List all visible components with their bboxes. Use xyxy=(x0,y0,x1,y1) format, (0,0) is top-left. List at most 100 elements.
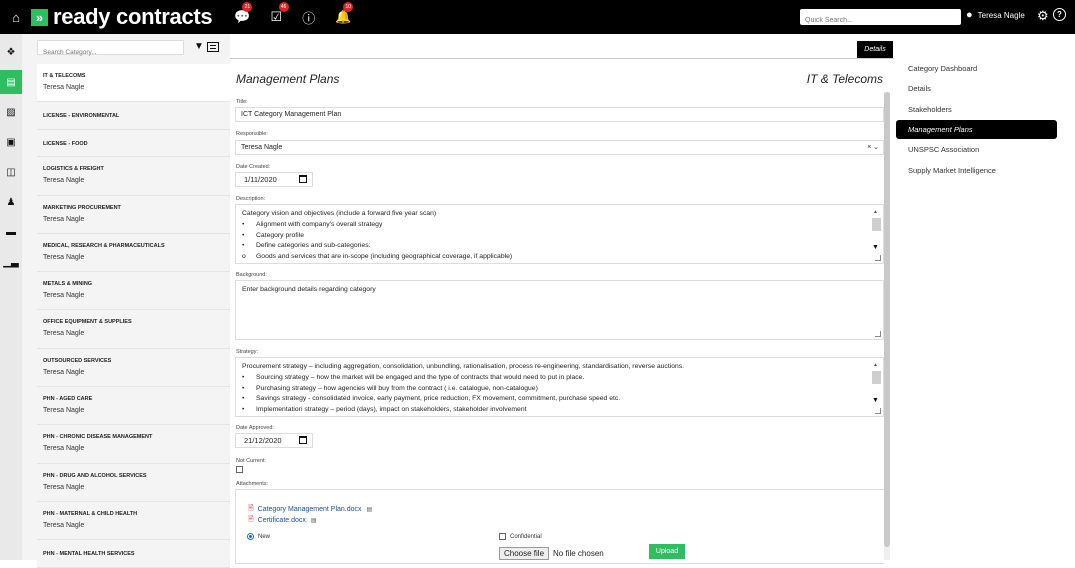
attachment-item[interactable]: 🗎 Certificate.docx ▤ xyxy=(248,515,317,526)
category-owner: Teresa Nagle xyxy=(43,407,85,415)
upload-button[interactable]: Upload xyxy=(649,544,685,559)
dashboard-icon[interactable]: ❖ xyxy=(0,40,22,64)
tab-details[interactable]: Details xyxy=(857,41,893,58)
category-name: PHN - DRUG AND ALCOHOL SERVICES xyxy=(43,472,147,479)
calendar-icon[interactable] xyxy=(299,175,307,183)
info-icon[interactable]: ⓘ xyxy=(302,8,315,27)
resize-handle[interactable] xyxy=(875,255,881,261)
category-item[interactable]: LOGISTICS & FREIGHT Teresa Nagle xyxy=(37,157,230,196)
nav-item-supply-market-intelligence[interactable]: Supply Market Intelligence xyxy=(896,161,1057,180)
tasks-icon[interactable]: ☑ 46 xyxy=(271,2,289,25)
description-scrollbar[interactable]: ▲ ▼ xyxy=(872,207,881,253)
category-item[interactable]: OUTSOURCED SERVICES Teresa Nagle xyxy=(37,348,230,388)
calendar-icon[interactable] xyxy=(299,436,307,444)
scroll-down-icon[interactable]: ▼ xyxy=(872,396,879,407)
folder-icon[interactable]: ▬ xyxy=(0,220,22,244)
file-picker[interactable]: Choose file No file chosen xyxy=(499,547,604,560)
download-icon[interactable]: ▤ xyxy=(311,517,317,524)
category-search xyxy=(37,40,184,59)
people-icon[interactable]: ♟ xyxy=(0,190,22,214)
main-scroll-thumb[interactable] xyxy=(884,92,890,547)
attachment-link[interactable]: Category Management Plan.docx xyxy=(258,506,362,513)
category-owner: Teresa Nagle xyxy=(43,215,85,223)
scroll-up-icon[interactable]: ▲ xyxy=(873,207,878,218)
category-name: PHN - MENTAL HEALTH SERVICES xyxy=(43,551,135,558)
home-icon[interactable]: ⌂ xyxy=(5,10,27,25)
category-item[interactable]: OFFICE EQUIPMENT & SUPPLIES Teresa Nagle xyxy=(37,310,230,349)
bullet-mark: • xyxy=(242,220,245,228)
responsible-select[interactable]: Teresa Nagle × ⌄ xyxy=(235,140,884,155)
no-file-label: No file chosen xyxy=(553,549,604,558)
bell-icon[interactable]: 🔔 10 xyxy=(335,2,354,25)
help-icon[interactable]: ? xyxy=(1053,8,1066,21)
not-current-checkbox[interactable] xyxy=(236,466,243,473)
scroll-thumb[interactable] xyxy=(872,371,881,384)
scroll-up-icon[interactable]: ▲ xyxy=(873,360,878,371)
filter-icon[interactable]: ▼ xyxy=(194,41,204,52)
category-item[interactable]: MARKETING PROCUREMENT Teresa Nagle xyxy=(37,195,230,234)
chat-icon[interactable]: 💬 21 xyxy=(234,2,253,25)
gear-icon[interactable]: ⚙ xyxy=(1037,8,1049,24)
strategy-textarea[interactable]: Procurement strategy – including aggrega… xyxy=(235,357,884,417)
bullet-mark: • xyxy=(242,231,245,239)
strategy-label: Strategy: xyxy=(236,349,259,355)
category-owner: Teresa Nagle xyxy=(43,330,85,338)
resize-handle[interactable] xyxy=(875,408,881,414)
radio-dot[interactable] xyxy=(247,533,254,540)
main-scrollbar[interactable] xyxy=(884,92,890,560)
description-label: Description: xyxy=(236,196,266,202)
list-view-icon[interactable] xyxy=(207,42,219,52)
category-item[interactable]: MEDICAL, RESEARCH & PHARMACEUTICALS Teres… xyxy=(37,233,230,273)
category-owner: Teresa Nagle xyxy=(43,292,85,300)
chart-icon[interactable]: ▁▃ xyxy=(0,250,22,274)
checkbox-box[interactable] xyxy=(499,533,506,540)
new-radio[interactable]: New xyxy=(247,533,270,540)
confidential-checkbox[interactable]: Confidential xyxy=(499,533,542,540)
user-menu[interactable]: ● Teresa Nagle xyxy=(966,9,1025,21)
line-text: Alignment with company's overall strateg… xyxy=(256,220,383,228)
contracts-icon[interactable]: ▣ xyxy=(0,130,22,154)
background-textarea[interactable]: Enter background details regarding categ… xyxy=(235,280,884,340)
scroll-thumb[interactable] xyxy=(872,218,881,231)
attachment-link[interactable]: Certificate.docx xyxy=(258,517,306,524)
line-text: Procurement strategy – including aggrega… xyxy=(242,363,685,370)
quick-search-input[interactable] xyxy=(800,12,961,29)
map-icon[interactable]: ▨ xyxy=(0,100,22,124)
text-line: o Goods and services that are in-scope (i… xyxy=(242,252,883,263)
category-item[interactable]: LICENSE - FOOD xyxy=(37,129,230,158)
nav-item-unspsc-association[interactable]: UNSPSC Association xyxy=(896,140,1057,159)
category-item[interactable]: PHN - MATERNAL & CHILD HEALTH Teresa Nagl… xyxy=(37,501,230,541)
category-item[interactable]: PHN - CHRONIC DISEASE MANAGEMENT Teresa N… xyxy=(37,425,230,464)
resize-handle[interactable] xyxy=(875,331,881,337)
divider xyxy=(230,58,894,59)
category-item[interactable]: PHN - AGED CARE Teresa Nagle xyxy=(37,387,230,426)
documents-icon[interactable]: ◫ xyxy=(0,160,22,184)
scroll-down-icon[interactable]: ▼ xyxy=(872,243,879,254)
choose-file-button[interactable]: Choose file xyxy=(499,547,550,560)
brand-logo[interactable]: » ready contracts xyxy=(31,4,213,30)
date-approved-field[interactable]: 21/12/2020 xyxy=(235,433,313,448)
date-created-field[interactable]: 1/11/2020 xyxy=(235,172,313,187)
category-item[interactable]: METALS & MINING Teresa Nagle xyxy=(37,272,230,311)
nav-item-management-plans[interactable]: Management Plans xyxy=(896,119,1057,139)
background-value: Enter background details regarding categ… xyxy=(242,286,376,293)
bullet-mark: • xyxy=(242,384,245,392)
clear-chevron-icon[interactable]: × ⌄ xyxy=(867,141,879,154)
category-item[interactable]: IT & TELECOMS Teresa Nagle xyxy=(37,64,230,103)
bullet-mark: • xyxy=(242,373,245,381)
categories-icon[interactable]: ▤ xyxy=(0,70,22,94)
category-item[interactable]: PHN - DRUG AND ALCOHOL SERVICES Teresa Na… xyxy=(37,463,230,502)
right-nav: Category Dashboard Details Stakeholders Man… xyxy=(894,34,1075,560)
category-item[interactable]: LICENSE - ENVIRONMENTAL xyxy=(37,102,230,130)
nav-item-stakeholders[interactable]: Stakeholders xyxy=(896,100,1057,119)
category-search-input[interactable] xyxy=(38,46,183,59)
nav-item-details[interactable]: Details xyxy=(896,79,1057,98)
nav-item-category-dashboard[interactable]: Category Dashboard xyxy=(896,59,1057,78)
download-icon[interactable]: ▤ xyxy=(367,506,373,513)
attachment-item[interactable]: 🗎 Category Management Plan.docx ▤ xyxy=(248,504,372,515)
title-field[interactable]: ICT Category Management Plan xyxy=(235,107,884,122)
strategy-scrollbar[interactable]: ▲ ▼ xyxy=(872,360,881,406)
category-item[interactable]: PHN - MENTAL HEALTH SERVICES xyxy=(37,540,230,568)
page-title: Management Plans xyxy=(236,72,340,86)
description-textarea[interactable]: Category vision and objectives (include … xyxy=(235,204,884,264)
